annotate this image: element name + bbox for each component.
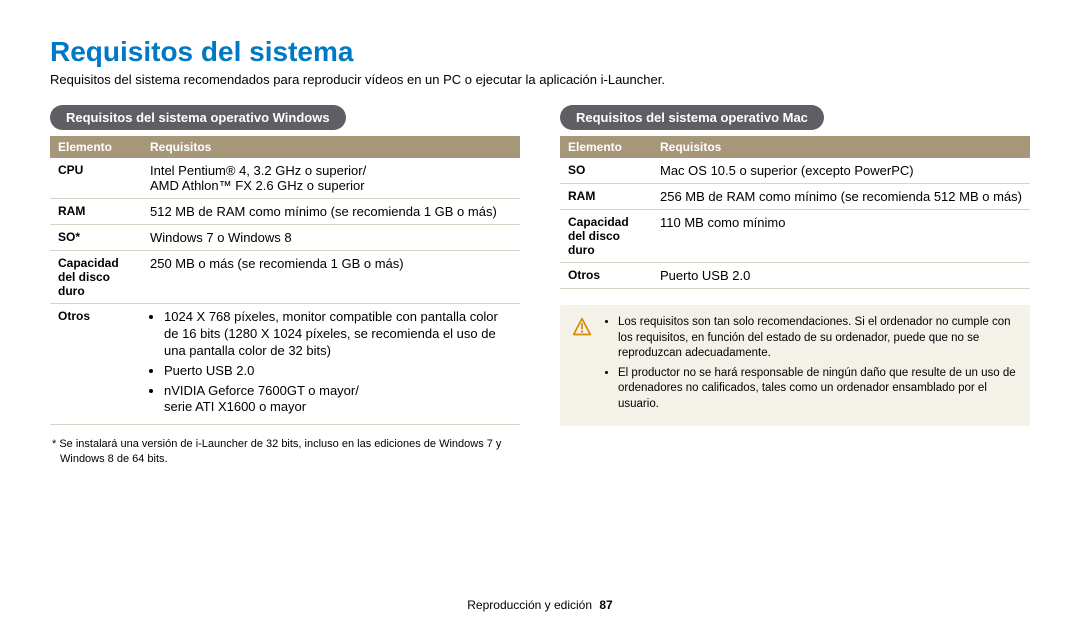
row-value: 256 MB de RAM como mínimo (se recomienda… — [652, 184, 1030, 210]
text: AMD Athlon™ FX 2.6 GHz o superior — [150, 178, 365, 193]
table-row: RAM 512 MB de RAM como mínimo (se recomi… — [50, 199, 520, 225]
row-value: Puerto USB 2.0 — [652, 263, 1030, 289]
row-value: 110 MB como mínimo — [652, 210, 1030, 263]
col-header-reqs: Requisitos — [652, 136, 1030, 158]
row-label: RAM — [50, 199, 142, 225]
table-row: CPU Intel Pentium® 4, 3.2 GHz o superior… — [50, 158, 520, 199]
row-value: Intel Pentium® 4, 3.2 GHz o superior/ AM… — [142, 158, 520, 199]
warning-icon — [572, 317, 592, 416]
list-item: nVIDIA Geforce 7600GT o mayor/ serie ATI… — [164, 383, 512, 417]
page-number: 87 — [599, 598, 612, 612]
note-item: Los requisitos son tan solo recomendacio… — [618, 315, 1016, 362]
page-title: Requisitos del sistema — [50, 36, 1030, 68]
col-header-reqs: Requisitos — [142, 136, 520, 158]
table-row: RAM 256 MB de RAM como mínimo (se recomi… — [560, 184, 1030, 210]
table-row: SO Mac OS 10.5 o superior (excepto Power… — [560, 158, 1030, 184]
list-item: Puerto USB 2.0 — [164, 363, 512, 380]
table-row: SO* Windows 7 o Windows 8 — [50, 225, 520, 251]
mac-table: Elemento Requisitos SO Mac OS 10.5 o sup… — [560, 136, 1030, 289]
mac-heading: Requisitos del sistema operativo Mac — [560, 105, 824, 130]
row-label: RAM — [560, 184, 652, 210]
row-label: SO* — [50, 225, 142, 251]
note-box: Los requisitos son tan solo recomendacio… — [560, 305, 1030, 426]
windows-heading: Requisitos del sistema operativo Windows — [50, 105, 346, 130]
table-row: Otros Puerto USB 2.0 — [560, 263, 1030, 289]
page-footer: Reproducción y edición 87 — [0, 598, 1080, 612]
row-value: 1024 X 768 píxeles, monitor compatible c… — [142, 304, 520, 425]
row-value: 512 MB de RAM como mínimo (se recomienda… — [142, 199, 520, 225]
windows-table: Elemento Requisitos CPU Intel Pentium® 4… — [50, 136, 520, 425]
row-label: Otros — [50, 304, 142, 425]
table-row: Capacidad del disco duro 250 MB o más (s… — [50, 251, 520, 304]
row-label: CPU — [50, 158, 142, 199]
row-label: SO — [560, 158, 652, 184]
footer-section: Reproducción y edición — [467, 598, 592, 612]
col-header-element: Elemento — [50, 136, 142, 158]
intro-text: Requisitos del sistema recomendados para… — [50, 72, 1030, 87]
windows-footnote: * Se instalará una versión de i-Launcher… — [50, 437, 520, 467]
note-item: El productor no se hará responsable de n… — [618, 366, 1016, 413]
text: nVIDIA Geforce 7600GT o mayor/ — [164, 383, 359, 398]
row-value: Windows 7 o Windows 8 — [142, 225, 520, 251]
list-item: 1024 X 768 píxeles, monitor compatible c… — [164, 309, 512, 360]
table-row: Capacidad del disco duro 110 MB como mín… — [560, 210, 1030, 263]
row-label: Capacidad del disco duro — [560, 210, 652, 263]
row-label: Capacidad del disco duro — [50, 251, 142, 304]
col-header-element: Elemento — [560, 136, 652, 158]
table-row: Otros 1024 X 768 píxeles, monitor compat… — [50, 304, 520, 425]
row-value: Mac OS 10.5 o superior (excepto PowerPC) — [652, 158, 1030, 184]
row-value: 250 MB o más (se recomienda 1 GB o más) — [142, 251, 520, 304]
row-label: Otros — [560, 263, 652, 289]
text: serie ATI X1600 o mayor — [164, 399, 512, 416]
text: Intel Pentium® 4, 3.2 GHz o superior/ — [150, 163, 366, 178]
